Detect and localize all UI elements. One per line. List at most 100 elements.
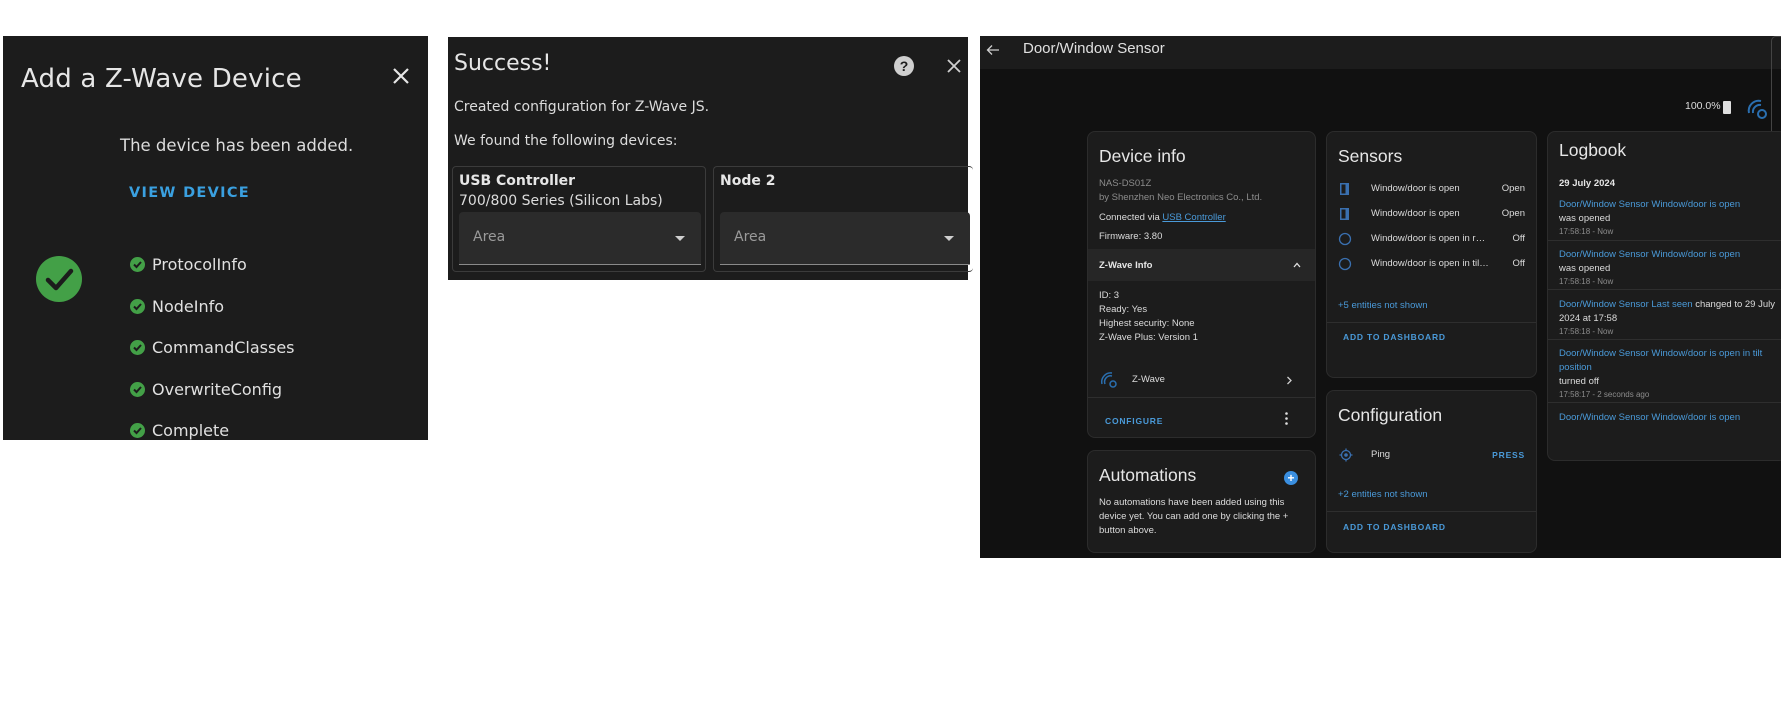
config-created-text: Created configuration for Z-Wave JS. <box>454 99 710 115</box>
firmware-version: Firmware: 3.80 <box>1099 231 1163 242</box>
device-card: Node 2 Area <box>713 166 973 272</box>
entities-not-shown-link[interactable]: +2 entities not shown <box>1338 489 1428 500</box>
device-info-card: Device info NAS-DS01Z by Shenzhen Neo El… <box>1087 131 1316 438</box>
add-to-dashboard-button[interactable]: ADD TO DASHBOARD <box>1343 332 1446 342</box>
divider <box>1548 289 1781 290</box>
entity-state: Off <box>1512 258 1526 269</box>
area-placeholder: Area <box>473 229 506 245</box>
check-icon <box>130 340 145 356</box>
view-device-button[interactable]: VIEW DEVICE <box>129 185 250 201</box>
dialog-title: Success! <box>454 51 552 76</box>
step-label: OverwriteConfig <box>152 379 283 399</box>
top-app-bar: Door/Window Sensor <box>980 36 1781 69</box>
success-dialog: Success! ? Created configuration for Z-W… <box>448 37 973 280</box>
entity-name: Window/door is open <box>1371 183 1460 194</box>
zwave-integration-link[interactable]: Z-Wave <box>1132 374 1165 385</box>
sensors-card: Sensors Window/door is open Open Window/… <box>1326 131 1537 378</box>
divider <box>1327 322 1536 323</box>
logbook-timestamp: 17:58:18 - Now <box>1559 227 1614 236</box>
step-label: NodeInfo <box>152 296 225 316</box>
step-label: ProtocolInfo <box>152 255 247 275</box>
zwave-logo-icon <box>1101 372 1117 388</box>
device-page: Door/Window Sensor 100.0% Device info NA… <box>980 36 1781 558</box>
logbook-timestamp: 17:58:18 - Now <box>1559 327 1614 336</box>
device-name: Node 2 <box>720 173 776 189</box>
entity-name: Window/door is open <box>1371 208 1460 219</box>
circle-outline-icon <box>1338 232 1352 246</box>
connected-via-label: Connected via <box>1099 212 1163 223</box>
logbook-entity-link[interactable]: Door/Window Sensor Window/door is open i… <box>1559 348 1762 373</box>
entity-row[interactable]: Window/door is open Open <box>1327 179 1536 199</box>
add-automation-icon[interactable]: + <box>1284 471 1298 485</box>
card-title: Configuration <box>1338 405 1443 425</box>
entity-name: Window/door is open in tilt position <box>1371 258 1489 269</box>
list-item: CommandClasses <box>130 327 295 369</box>
zwave-security: Highest security: None <box>1099 318 1195 329</box>
area-placeholder: Area <box>734 229 767 245</box>
usb-controller-link[interactable]: USB Controller <box>1162 212 1225 223</box>
zwave-logo-icon <box>1747 99 1767 119</box>
dropdown-arrow-icon <box>675 236 685 241</box>
more-vert-icon[interactable] <box>1285 412 1288 425</box>
zwave-ready: Ready: Yes <box>1099 304 1148 315</box>
device-manufacturer: by Shenzhen Neo Electronics Co., Ltd. <box>1099 192 1263 203</box>
automations-card: Automations + No automations have been a… <box>1087 450 1316 553</box>
page-title: Door/Window Sensor <box>1023 40 1165 57</box>
logbook-entity-link[interactable]: Door/Window Sensor Last seen <box>1559 299 1693 310</box>
logbook-entity-link[interactable]: Door/Window Sensor Window/door is open <box>1559 249 1740 260</box>
step-label: Complete <box>152 421 230 441</box>
dialog-title: Add a Z-Wave Device <box>21 64 302 94</box>
inclusion-steps-list: ProtocolInfo NodeInfo CommandClasses Ove… <box>130 244 295 452</box>
entities-not-shown-link[interactable]: +5 entities not shown <box>1338 300 1428 311</box>
logbook-entity-link[interactable]: Door/Window Sensor Window/door is open <box>1559 199 1740 210</box>
device-model: NAS-DS01Z <box>1099 178 1152 189</box>
close-icon[interactable] <box>946 58 962 74</box>
connected-via: Connected via USB Controller <box>1099 212 1226 223</box>
add-to-dashboard-button[interactable]: ADD TO DASHBOARD <box>1343 522 1446 532</box>
card-title: Device info <box>1099 146 1186 166</box>
door-open-icon <box>1340 208 1349 220</box>
entity-state: Open <box>1501 208 1525 219</box>
logbook-event-text: turned off <box>1559 376 1599 387</box>
list-item: NodeInfo <box>130 286 295 328</box>
check-icon <box>130 257 145 273</box>
logbook-event-text: was opened <box>1559 213 1611 224</box>
battery-level: 100.0% <box>1685 100 1721 112</box>
chevron-up-icon <box>1293 262 1301 268</box>
check-icon <box>130 381 145 397</box>
divider <box>1088 397 1315 398</box>
help-icon[interactable]: ? <box>894 56 914 76</box>
battery-icon <box>1723 101 1731 114</box>
entity-name: Window/door is open in regular position <box>1371 233 1489 244</box>
back-arrow-icon[interactable] <box>986 43 1000 57</box>
close-icon[interactable] <box>389 64 413 88</box>
divider <box>1327 511 1536 512</box>
check-icon <box>130 423 145 439</box>
zwave-info-expander[interactable]: Z-Wave Info <box>1088 249 1315 281</box>
divider <box>1548 402 1781 403</box>
configure-button[interactable]: CONFIGURE <box>1105 416 1163 426</box>
check-circle-icon <box>36 256 82 302</box>
entity-row[interactable]: Window/door is open in regular position … <box>1327 229 1536 249</box>
logbook-event-text: was opened <box>1559 263 1611 274</box>
divider <box>1548 240 1781 241</box>
entity-state: Off <box>1512 233 1526 244</box>
area-select[interactable]: Area <box>459 212 701 265</box>
entity-row[interactable]: Window/door is open Open <box>1327 204 1536 224</box>
logbook-timestamp: 17:58:17 - 2 seconds ago <box>1559 390 1650 399</box>
press-button[interactable]: PRESS <box>1492 450 1525 460</box>
door-open-icon <box>1340 183 1349 195</box>
step-label: CommandClasses <box>152 338 295 358</box>
ping-entity-name: Ping <box>1371 449 1391 460</box>
area-select[interactable]: Area <box>720 212 970 265</box>
logbook-entity-link[interactable]: Door/Window Sensor Window/door is open <box>1559 412 1740 423</box>
list-item: ProtocolInfo <box>130 244 295 286</box>
add-zwave-device-dialog: Add a Z-Wave Device The device has been … <box>3 36 428 440</box>
chevron-right-icon <box>1287 376 1292 385</box>
card-title: Automations <box>1099 465 1197 485</box>
entity-row[interactable]: Window/door is open in tilt position Off <box>1327 254 1536 274</box>
list-item: Complete <box>130 410 295 452</box>
check-icon <box>130 298 145 314</box>
devices-found-text: We found the following devices: <box>454 133 678 149</box>
circle-outline-icon <box>1338 257 1352 271</box>
